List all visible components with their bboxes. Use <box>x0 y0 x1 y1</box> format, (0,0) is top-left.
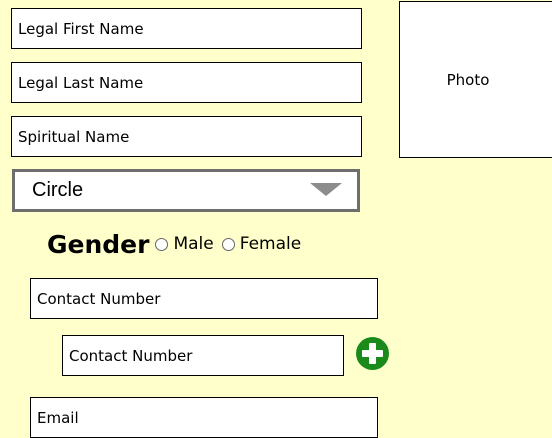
email-placeholder: Email <box>37 408 79 427</box>
spiritual-name-input[interactable]: Spiritual Name <box>11 116 362 157</box>
gender-label: Gender <box>47 229 150 259</box>
photo-upload[interactable]: Photo <box>399 1 552 158</box>
contact-number-placeholder: Contact Number <box>37 289 161 308</box>
legal-first-name-placeholder: Legal First Name <box>18 19 144 38</box>
gender-female-label: Female <box>239 234 302 254</box>
circle-select-value: Circle <box>32 179 84 201</box>
gender-male-radio[interactable]: Male <box>155 234 214 254</box>
contact-number-input-secondary[interactable]: Contact Number <box>62 335 344 376</box>
gender-male-label: Male <box>173 234 214 254</box>
plus-circle-icon <box>356 337 389 370</box>
legal-first-name-input[interactable]: Legal First Name <box>11 8 362 49</box>
legal-last-name-placeholder: Legal Last Name <box>18 73 144 92</box>
gender-female-radio[interactable]: Female <box>221 234 302 254</box>
spiritual-name-placeholder: Spiritual Name <box>18 127 130 146</box>
radio-circle-icon[interactable] <box>155 237 169 251</box>
circle-select[interactable]: Circle <box>12 169 360 212</box>
legal-last-name-input[interactable]: Legal Last Name <box>11 62 362 103</box>
photo-label: Photo <box>446 70 490 89</box>
email-input[interactable]: Email <box>30 397 378 438</box>
contact-number-secondary-placeholder: Contact Number <box>69 346 193 365</box>
gender-group: Gender Male Female <box>47 226 309 262</box>
contact-number-input[interactable]: Contact Number <box>30 278 378 319</box>
chevron-down-icon <box>310 183 342 196</box>
radio-circle-icon[interactable] <box>221 237 235 251</box>
add-contact-button[interactable] <box>355 336 390 371</box>
